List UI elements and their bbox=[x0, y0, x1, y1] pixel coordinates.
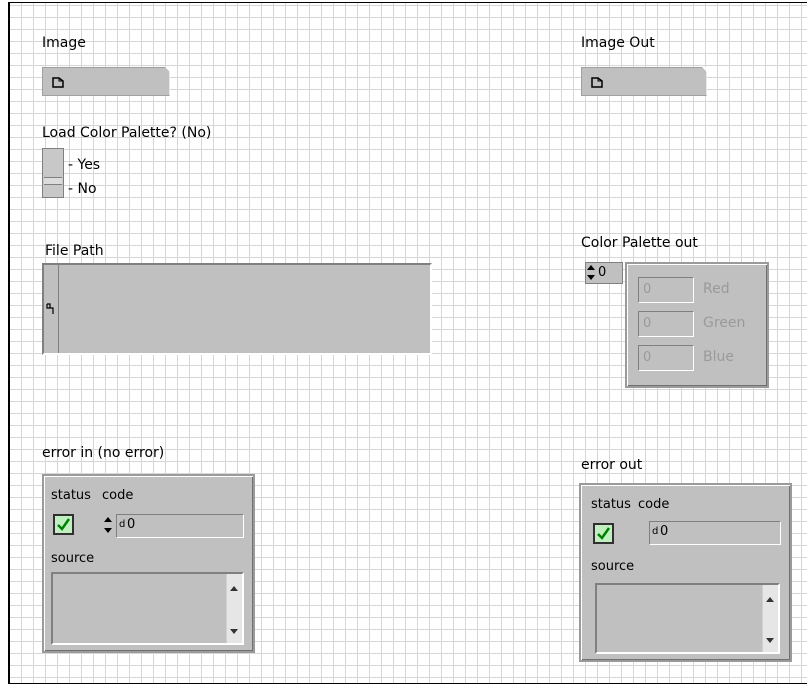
status-checkbox[interactable] bbox=[53, 514, 74, 535]
path-icon-area bbox=[44, 265, 59, 353]
load-color-palette-label: Load Color Palette? (No) bbox=[42, 125, 212, 141]
scroll-down-icon[interactable] bbox=[230, 629, 238, 634]
code-value: 0 bbox=[127, 517, 136, 532]
image-label: Image bbox=[42, 35, 86, 51]
code-input[interactable]: d 0 bbox=[116, 514, 244, 538]
code-label: code bbox=[102, 488, 134, 503]
checkmark-icon bbox=[597, 527, 611, 540]
load-color-palette-switch[interactable] bbox=[42, 148, 64, 198]
increment-arrow-icon bbox=[104, 517, 112, 522]
path-icon bbox=[46, 303, 54, 314]
corner-notch bbox=[165, 67, 170, 72]
switch-lever bbox=[44, 177, 62, 185]
red-value: 0 bbox=[638, 277, 694, 303]
decrement-arrow-icon bbox=[104, 528, 112, 533]
yes-label: - Yes bbox=[68, 157, 101, 173]
decimal-radix-icon: d bbox=[119, 519, 126, 530]
no-label: - No bbox=[68, 181, 97, 197]
error-out-cluster: status code d 0 source bbox=[579, 483, 792, 662]
code-label: code bbox=[638, 497, 670, 512]
color-palette-cluster: 0 Red 0 Green 0 Blue bbox=[625, 262, 769, 388]
source-display bbox=[595, 583, 780, 654]
status-label: status bbox=[51, 488, 91, 503]
error-out-label: error out bbox=[581, 457, 643, 473]
increment-arrow-icon bbox=[587, 265, 595, 270]
green-value: 0 bbox=[638, 311, 694, 337]
error-in-label: error in (no error) bbox=[42, 445, 165, 461]
image-out-label: Image Out bbox=[581, 35, 655, 51]
file-path-label: File Path bbox=[45, 243, 104, 259]
corner-notch bbox=[702, 67, 707, 72]
blue-label: Blue bbox=[703, 349, 734, 365]
source-scrollbar[interactable] bbox=[226, 574, 242, 643]
decimal-radix-icon: d bbox=[652, 526, 659, 537]
decrement-arrow-icon bbox=[587, 275, 595, 280]
checkmark-icon bbox=[57, 518, 71, 531]
red-label: Red bbox=[703, 281, 730, 297]
error-in-cluster[interactable]: status code d 0 source bbox=[42, 474, 255, 653]
status-label: status bbox=[591, 497, 631, 512]
green-label: Green bbox=[703, 315, 746, 331]
array-index-control[interactable]: 0 bbox=[585, 262, 623, 284]
index-value: 0 bbox=[598, 265, 607, 280]
scroll-up-icon[interactable] bbox=[766, 597, 774, 602]
blue-value: 0 bbox=[638, 345, 694, 371]
source-textbox[interactable] bbox=[51, 572, 244, 645]
code-value: 0 bbox=[660, 524, 669, 539]
scroll-down-icon[interactable] bbox=[766, 638, 774, 643]
image-out-refnum-indicator bbox=[581, 67, 707, 96]
source-scrollbar[interactable] bbox=[762, 585, 778, 652]
code-display: d 0 bbox=[649, 521, 781, 545]
scroll-up-icon[interactable] bbox=[230, 586, 238, 591]
document-icon bbox=[52, 77, 64, 88]
source-label: source bbox=[591, 559, 635, 574]
image-refnum-control[interactable] bbox=[42, 67, 170, 96]
source-label: source bbox=[51, 551, 95, 566]
color-palette-out-label: Color Palette out bbox=[581, 235, 698, 251]
index-increment-decrement[interactable] bbox=[587, 264, 596, 282]
file-path-control[interactable] bbox=[42, 263, 432, 355]
document-icon bbox=[591, 77, 603, 88]
status-indicator bbox=[593, 523, 614, 544]
code-increment-decrement[interactable] bbox=[104, 516, 113, 536]
